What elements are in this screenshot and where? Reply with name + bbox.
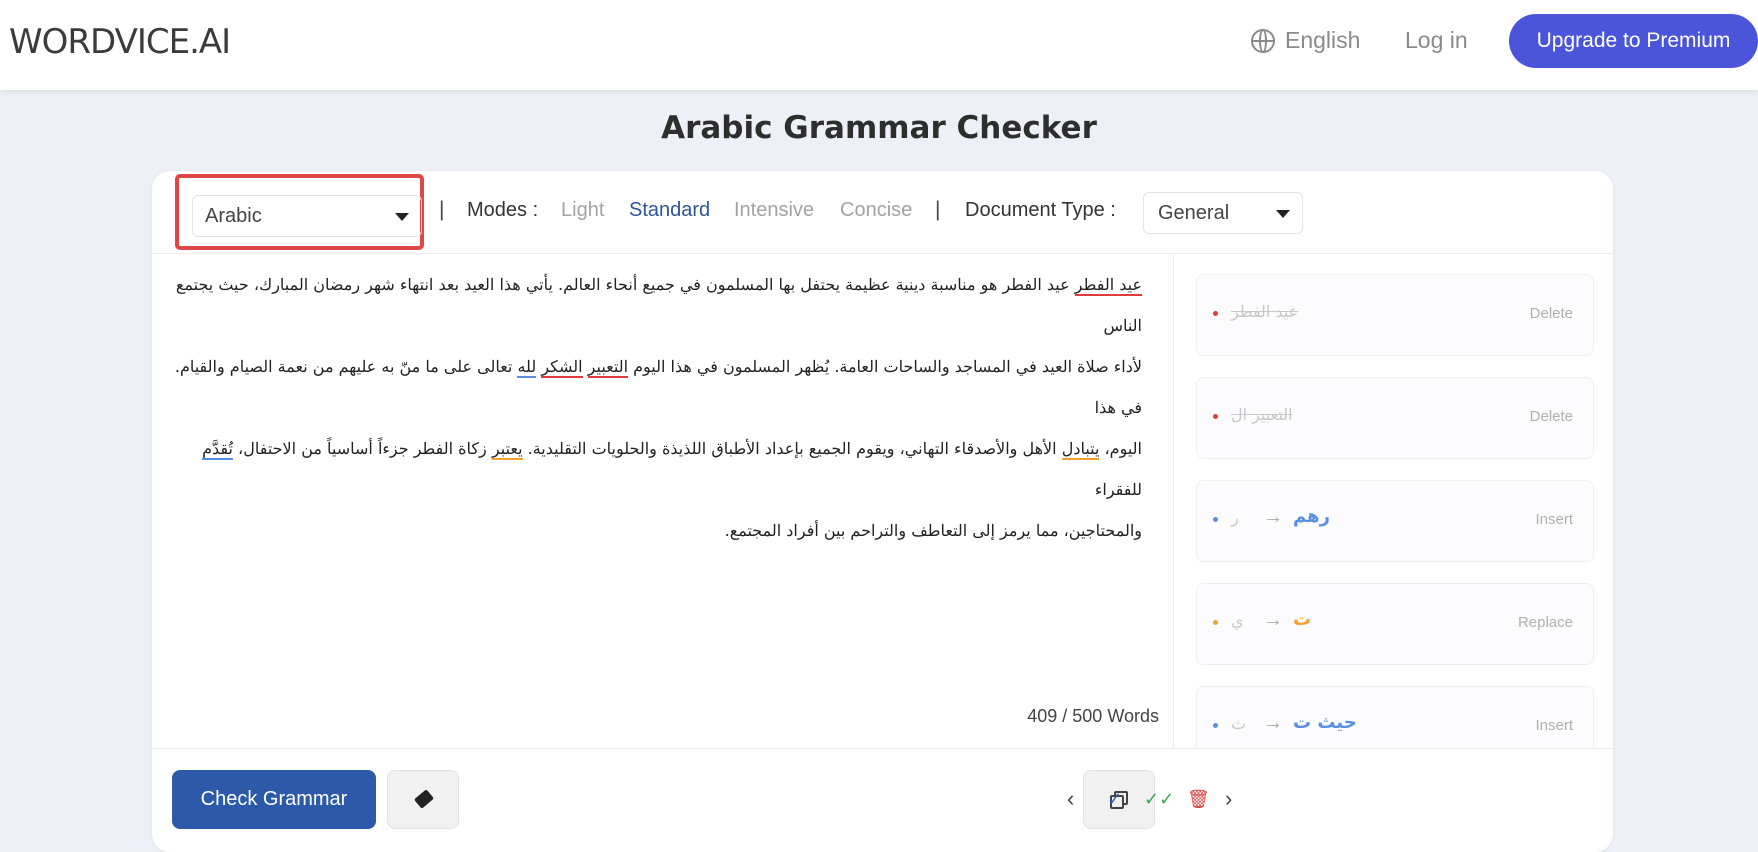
editor-line: والمحتاجين، مما يرمز إلى التعاطف والتراح… bbox=[172, 510, 1142, 551]
text-segment: زكاة الفطر جزءاً أساسياً من الاحتفال، bbox=[232, 439, 492, 458]
error-highlight[interactable]: يتبادل bbox=[1061, 439, 1100, 460]
suggestion-replacement: حيث ت bbox=[1293, 712, 1357, 733]
suggestion-replacement: ت bbox=[1293, 609, 1312, 630]
trash-icon[interactable]: 🗑 bbox=[1187, 789, 1210, 809]
editor-content[interactable]: عيد الفطر عيد الفطر هو مناسبة دينية عظيم… bbox=[172, 264, 1142, 551]
arrow-right-icon: → bbox=[1263, 506, 1283, 528]
error-highlight[interactable]: عيد الفطر bbox=[1074, 275, 1142, 296]
text-segment bbox=[583, 357, 588, 376]
modes-label: Modes : bbox=[467, 199, 539, 221]
text-segment: للفقراء bbox=[1094, 480, 1142, 499]
language-select-value: Arabic bbox=[205, 205, 262, 227]
caret-down-icon bbox=[1276, 210, 1290, 218]
check-icon[interactable]: ✓ bbox=[1107, 789, 1122, 809]
mode-concise[interactable]: Concise bbox=[840, 199, 912, 222]
language-selector[interactable]: English bbox=[1251, 27, 1360, 54]
status-dot-icon bbox=[1213, 620, 1218, 625]
status-dot-icon bbox=[1213, 414, 1218, 419]
suggestion-replacement: رهم bbox=[1293, 506, 1330, 527]
language-label: English bbox=[1285, 27, 1361, 53]
error-highlight[interactable]: التعبير bbox=[587, 357, 629, 378]
suggestion-action[interactable]: Replace bbox=[1518, 614, 1573, 631]
upgrade-button[interactable]: Upgrade to Premium bbox=[1509, 14, 1758, 68]
mode-standard[interactable]: Standard bbox=[629, 199, 710, 222]
logo[interactable]: WORDVICE.AI bbox=[9, 22, 231, 62]
suggestion-card[interactable]: التعبير ال Delete bbox=[1196, 377, 1594, 459]
status-dot-icon bbox=[1213, 723, 1218, 728]
checker-card: Arabic | Modes : Light Standard Intensiv… bbox=[152, 171, 1613, 852]
clear-button[interactable] bbox=[387, 770, 459, 829]
suggestion-action[interactable]: Insert bbox=[1535, 717, 1573, 734]
language-select[interactable]: Arabic bbox=[192, 195, 422, 237]
suggestion-original: ث bbox=[1231, 714, 1247, 733]
arrow-right-icon: → bbox=[1263, 712, 1283, 734]
text-segment: عيد الفطر هو مناسبة دينية عظيمة يحتفل به… bbox=[175, 275, 1142, 335]
suggestion-action[interactable]: Delete bbox=[1530, 408, 1573, 425]
suggestion-action[interactable]: Insert bbox=[1535, 511, 1573, 528]
status-dot-icon bbox=[1213, 517, 1218, 522]
suggestion-card[interactable]: ي → ت Replace bbox=[1196, 583, 1594, 665]
mode-light[interactable]: Light bbox=[561, 199, 604, 222]
text-segment: والمحتاجين، مما يرمز إلى التعاطف والتراح… bbox=[724, 521, 1142, 540]
separator: | bbox=[935, 198, 941, 221]
suggestion-original: ي bbox=[1231, 611, 1244, 630]
separator: | bbox=[439, 198, 445, 221]
mode-intensive[interactable]: Intensive bbox=[734, 199, 814, 222]
suggestion-card[interactable]: ث → حيث ت Insert bbox=[1196, 686, 1594, 748]
document-type-label: Document Type : bbox=[965, 199, 1116, 221]
word-count: 409 / 500 Words bbox=[1027, 706, 1159, 726]
text-segment: اليوم، bbox=[1099, 439, 1143, 458]
eraser-icon bbox=[414, 789, 434, 809]
suggestions-panel: عيد الفطر Delete التعبير ال Delete ر → رهم Inse… bbox=[1174, 254, 1613, 748]
double-check-icon[interactable]: ✓✓ bbox=[1144, 789, 1174, 809]
error-highlight[interactable]: يعتبر bbox=[491, 439, 523, 460]
text-segment: الأهل والأصدقاء التهاني، ويقوم الجميع بإ… bbox=[522, 439, 1062, 458]
editor-line: اليوم، يتبادل الأهل والأصدقاء التهاني، و… bbox=[172, 428, 1142, 510]
error-highlight[interactable]: تُقدَّم bbox=[202, 439, 233, 460]
suggestion-original: التعبير ال bbox=[1231, 405, 1293, 424]
error-highlight[interactable]: لله bbox=[517, 357, 537, 378]
check-grammar-button[interactable]: Check Grammar bbox=[172, 770, 376, 829]
suggestion-card[interactable]: ر → رهم Insert bbox=[1196, 480, 1594, 562]
top-bar: WORDVICE.AI English Log in Upgrade to Pr… bbox=[0, 0, 1758, 90]
text-editor[interactable]: عيد الفطر عيد الفطر هو مناسبة دينية عظيم… bbox=[152, 254, 1174, 748]
suggestion-original: ر bbox=[1231, 508, 1239, 527]
caret-down-icon bbox=[395, 213, 409, 221]
editor-line: لأداء صلاة العيد في المساجد والساحات الع… bbox=[172, 346, 1142, 428]
language-select-highlight: Arabic bbox=[175, 174, 424, 250]
login-link[interactable]: Log in bbox=[1405, 27, 1468, 54]
arrow-right-icon: → bbox=[1263, 609, 1283, 631]
suggestion-action[interactable]: Delete bbox=[1530, 305, 1573, 322]
page-title: Arabic Grammar Checker bbox=[661, 110, 1097, 146]
globe-icon bbox=[1251, 28, 1275, 53]
editor-line: عيد الفطر عيد الفطر هو مناسبة دينية عظيم… bbox=[172, 264, 1142, 346]
bottom-bar: Check Grammar ‹ ✓ ✓✓ 🗑 › bbox=[152, 748, 1613, 852]
status-dot-icon bbox=[1213, 311, 1218, 316]
document-type-select[interactable]: General bbox=[1143, 192, 1303, 234]
text-segment: لأداء صلاة العيد في المساجد والساحات الع… bbox=[628, 357, 1142, 376]
suggestion-card[interactable]: عيد الفطر Delete bbox=[1196, 274, 1594, 356]
toolbar: Arabic | Modes : Light Standard Intensiv… bbox=[152, 171, 1613, 254]
chevron-right-icon[interactable]: › bbox=[1225, 788, 1232, 810]
error-highlight[interactable]: الشكر bbox=[541, 357, 583, 378]
chevron-left-icon[interactable]: ‹ bbox=[1067, 788, 1074, 810]
document-type-value: General bbox=[1158, 202, 1230, 224]
suggestion-original: عيد الفطر bbox=[1231, 302, 1299, 321]
